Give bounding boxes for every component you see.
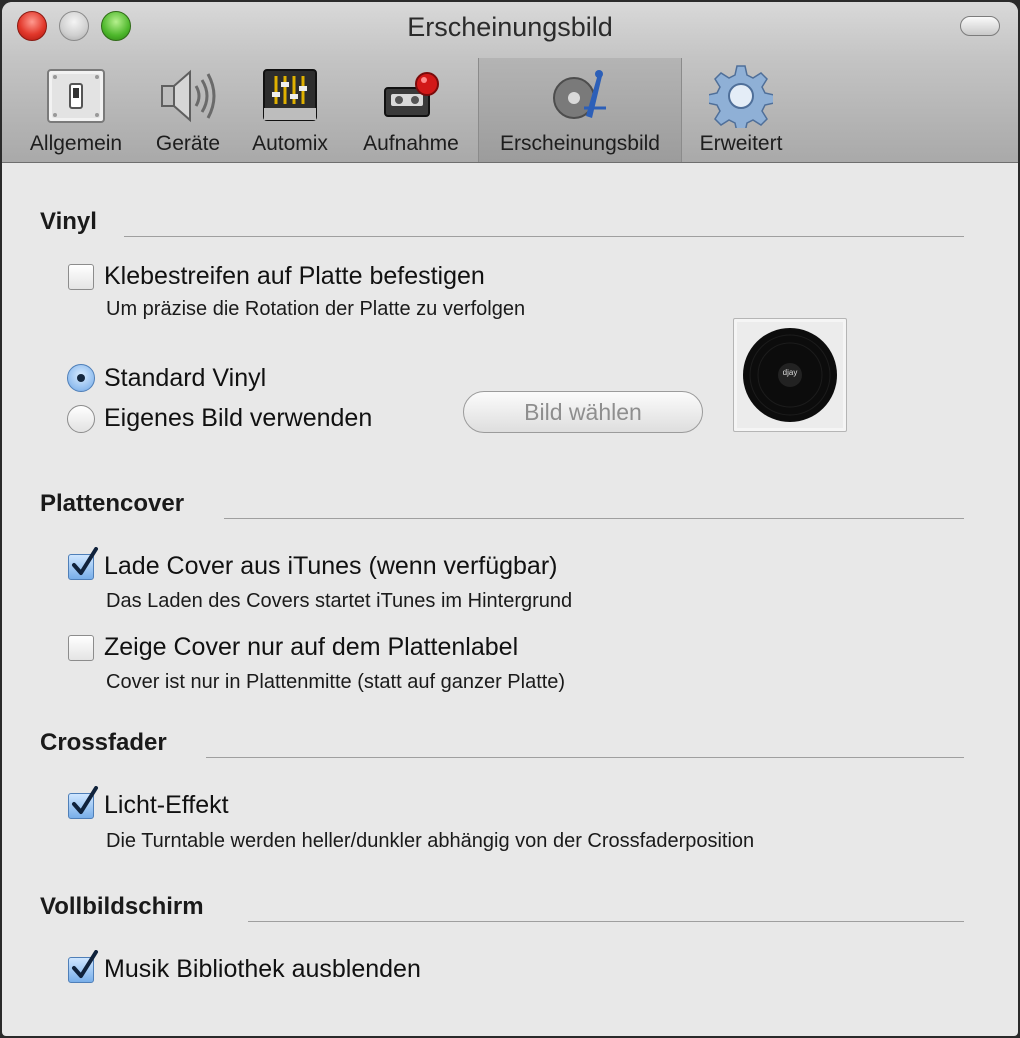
- section-divider: [224, 518, 964, 519]
- custom-image-radio[interactable]: [67, 405, 95, 433]
- section-crossfader-title: Crossfader: [40, 729, 167, 756]
- label-only-description: Cover ist nur in Plattenmitte (statt auf…: [106, 671, 566, 693]
- section-divider: [124, 236, 964, 237]
- checkmark-icon: [72, 547, 98, 575]
- light-effect-description: Die Turntable werden heller/dunkler abhä…: [106, 830, 755, 852]
- section-divider: [206, 757, 964, 758]
- itunes-cover-description: Das Laden des Covers startet iTunes im H…: [106, 590, 573, 612]
- speaker-icon: [161, 69, 216, 123]
- light-effect-label: Licht-Effekt: [104, 791, 229, 819]
- checkmark-icon: [72, 950, 98, 978]
- vinyl-label-text: djay: [782, 368, 798, 377]
- tape-description: Um präzise die Rotation der Platte zu ve…: [106, 298, 526, 320]
- section-cover-title: Plattencover: [40, 490, 185, 517]
- preferences-window: Erscheinungsbild Allgemein Geräte Automi…: [2, 2, 1018, 1036]
- itunes-cover-label: Lade Cover aus iTunes (wenn verfügbar): [104, 552, 558, 580]
- section-divider: [248, 921, 964, 922]
- section-fullscreen-title: Vollbildschirm: [40, 893, 204, 920]
- hide-library-checkbox[interactable]: [68, 950, 98, 983]
- gear-icon: [709, 65, 773, 128]
- tape-checkbox[interactable]: [68, 264, 94, 290]
- tape-label: Klebestreifen auf Platte befestigen: [104, 262, 485, 290]
- tab-geraete[interactable]: Geräte: [142, 58, 234, 162]
- record-icon: [384, 72, 439, 117]
- appearance-icon: [553, 70, 606, 119]
- label-only-checkbox[interactable]: [68, 635, 94, 661]
- window-title: Erscheinungsbild: [407, 12, 613, 42]
- vinyl-preview-well: djay: [733, 318, 847, 432]
- tab-erweitert[interactable]: Erweitert: [688, 58, 794, 162]
- tab-erscheinungsbild[interactable]: Erscheinungsbild: [478, 58, 682, 162]
- tab-aufnahme[interactable]: Aufnahme: [352, 58, 470, 162]
- light-effect-checkbox[interactable]: [68, 786, 98, 819]
- mixer-icon: [263, 69, 317, 121]
- standard-vinyl-radio[interactable]: [67, 364, 95, 392]
- checkmark-icon: [72, 786, 98, 814]
- section-vinyl-title: Vinyl: [40, 208, 97, 235]
- tab-allgemein[interactable]: Allgemein: [18, 58, 134, 162]
- label-only-label: Zeige Cover nur auf dem Plattenlabel: [104, 633, 519, 661]
- choose-image-button[interactable]: Bild wählen: [463, 391, 703, 433]
- itunes-cover-checkbox[interactable]: [68, 547, 98, 580]
- title-toolbar: Erscheinungsbild Allgemein Geräte Automi…: [2, 2, 1018, 163]
- standard-vinyl-label: Standard Vinyl: [104, 364, 267, 392]
- toolbar-toggle-button[interactable]: [960, 16, 1000, 36]
- switch-icon: [47, 69, 105, 123]
- custom-image-label: Eigenes Bild verwenden: [104, 404, 373, 432]
- hide-library-label: Musik Bibliothek ausblenden: [104, 955, 421, 983]
- tab-automix[interactable]: Automix: [240, 58, 340, 162]
